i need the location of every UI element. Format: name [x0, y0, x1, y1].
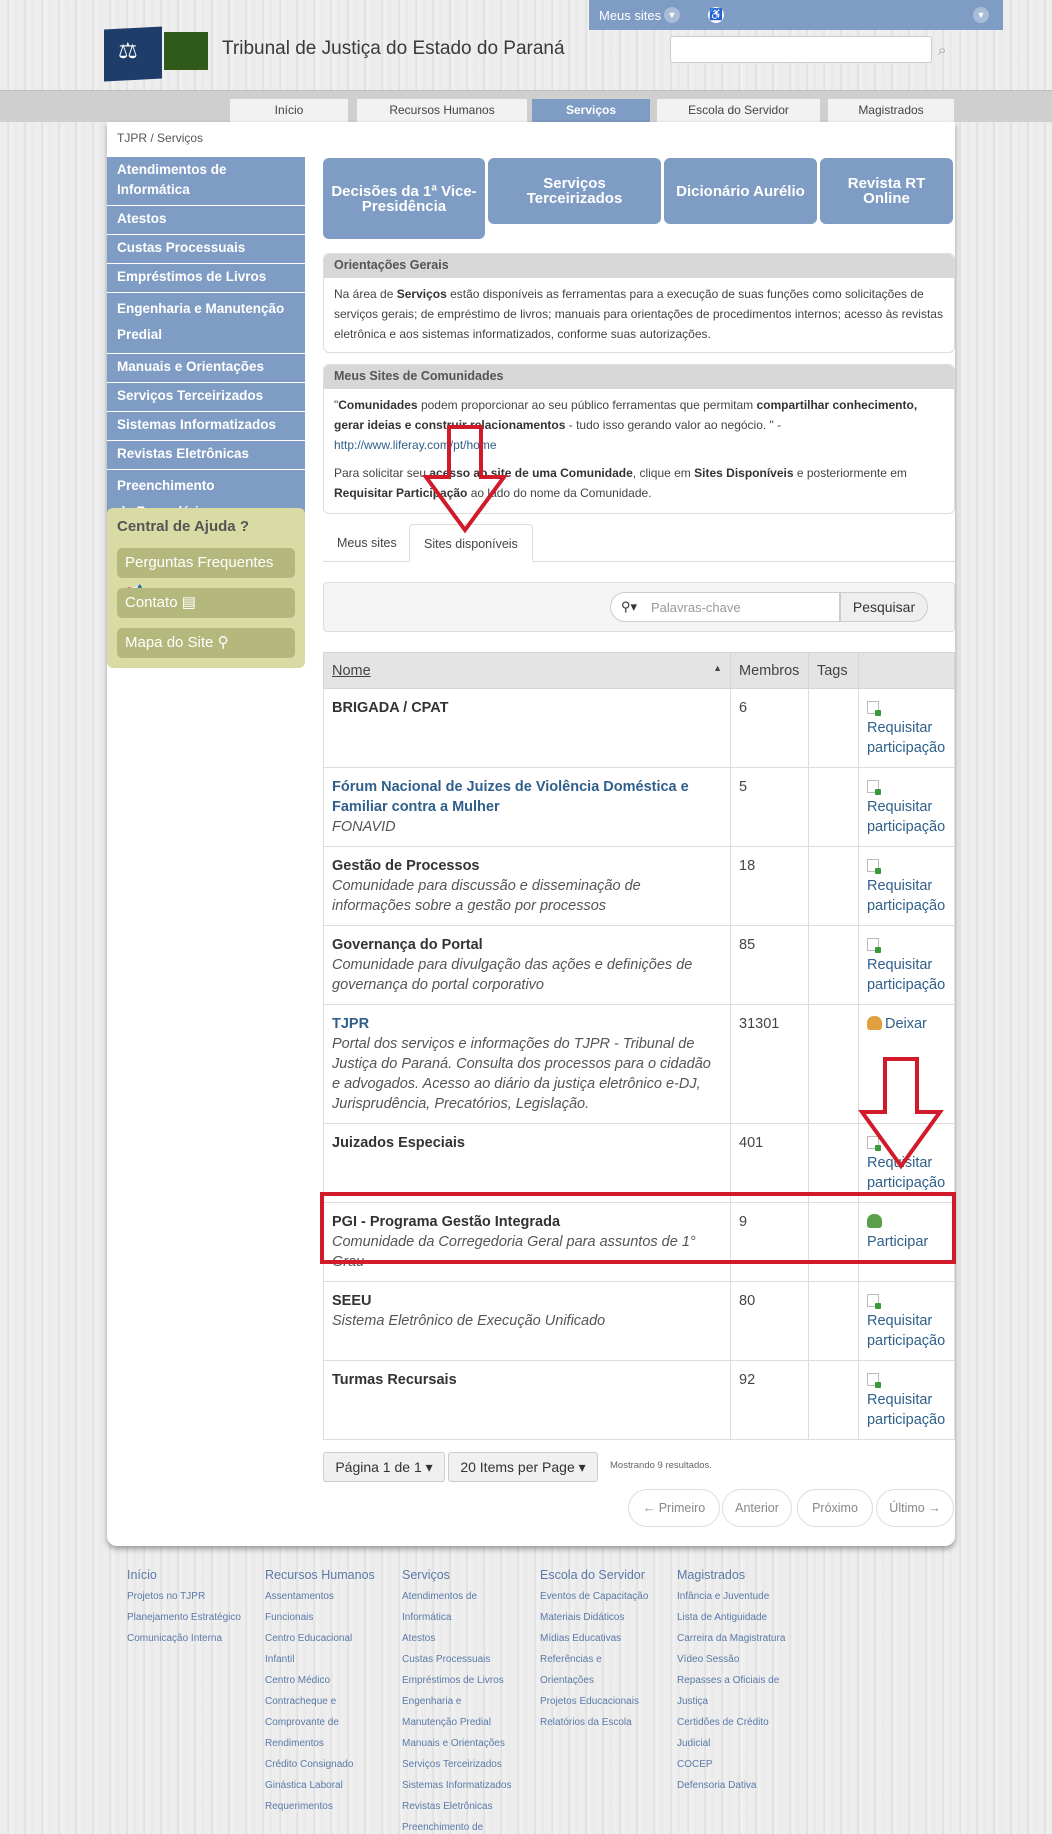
table-row: Governança do Portal Comunidade para divu…	[323, 925, 956, 1005]
footer-col-inicio: Início Projetos no TJPR Planejamento Est…	[127, 1568, 241, 1644]
arrow-down-icon	[858, 1057, 944, 1170]
sidebar-item-engenharia[interactable]: Engenharia e Manutenção Predial	[107, 293, 305, 354]
results-count: Mostrando 9 resultados.	[610, 1460, 712, 1471]
table-row: Turmas Recursais 92 Requisitar participa…	[323, 1360, 956, 1440]
my-sites-menu[interactable]: Meus sites	[599, 8, 661, 23]
footer-col-rh: Recursos Humanos Assentamentos Funcionai…	[265, 1568, 375, 1812]
section-title: Orientações Gerais	[324, 254, 954, 278]
request-participation-link[interactable]: Requisitar participação	[867, 797, 946, 837]
help-center: Central de Ajuda ? Perguntas Frequentes …	[107, 508, 305, 668]
request-icon	[866, 780, 881, 795]
chevron-down-icon[interactable]: ▼	[664, 7, 680, 23]
faq-button[interactable]: Perguntas Frequentes 📢	[117, 548, 295, 601]
sidebar-item-emprestimos[interactable]: Empréstimos de Livros	[107, 264, 305, 293]
user-icon	[866, 1016, 882, 1030]
nav-servicos[interactable]: Serviços	[531, 98, 651, 122]
tab-meus-sites[interactable]: Meus sites	[323, 524, 411, 562]
nav-inicio[interactable]: Início	[229, 98, 349, 122]
breadcrumb-current: Serviços	[157, 131, 204, 145]
search-button[interactable]: Pesquisar	[840, 592, 928, 622]
next-page-button[interactable]: Próximo	[797, 1489, 873, 1527]
revista-rt-online-button[interactable]: Revista RT Online	[820, 158, 953, 224]
sidebar: Atendimentos de Informática Atestos Cust…	[107, 157, 305, 533]
keyword-search-input[interactable]: ⚲▾ Palavras-chave	[610, 592, 840, 622]
contact-button[interactable]: Contato ▤	[117, 588, 295, 618]
top-bar: Meus sites ▼ ♿ ▼	[589, 0, 1003, 30]
request-participation-link[interactable]: Requisitar participação	[867, 876, 946, 916]
dicionario-aurelio-button[interactable]: Dicionário Aurélio	[664, 158, 817, 224]
page-selector[interactable]: Página 1 de 1 ▾	[323, 1452, 445, 1482]
question-icon: ?	[239, 518, 249, 535]
sidebar-item-custas[interactable]: Custas Processuais	[107, 235, 305, 264]
col-header-nome[interactable]: Nome ▲	[323, 652, 731, 689]
first-page-button[interactable]: ← Primeiro	[628, 1489, 720, 1527]
col-header-membros: Membros	[730, 652, 809, 689]
table-row: SEEU Sistema Eletrônico de Execução Unifi…	[323, 1281, 956, 1361]
nav-recursos-humanos[interactable]: Recursos Humanos	[356, 98, 528, 122]
nav-magistrados[interactable]: Magistrados	[827, 98, 955, 122]
request-icon	[866, 701, 881, 716]
sidebar-item-atendimentos[interactable]: Atendimentos de Informática	[107, 157, 305, 206]
last-page-button[interactable]: Último →	[876, 1489, 954, 1527]
search-icon[interactable]: ⚲▾	[621, 599, 637, 615]
search-bar: ⚲▾ Palavras-chave Pesquisar	[323, 582, 955, 632]
sitemap-button[interactable]: Mapa do Site ⚲	[117, 628, 295, 658]
highlight-box	[320, 1192, 956, 1264]
sidebar-item-servicos-terceirizados[interactable]: Serviços Terceirizados	[107, 383, 305, 412]
sidebar-item-atestos[interactable]: Atestos	[107, 206, 305, 235]
request-icon	[866, 1373, 881, 1388]
communities-table: Nome ▲ Membros Tags BRIGADA / CPAT 6 Requ…	[323, 652, 956, 1440]
header-search-input[interactable]	[670, 36, 932, 63]
chevron-down-icon[interactable]: ▼	[973, 7, 989, 23]
section-title: Meus Sites de Comunidades	[324, 365, 954, 389]
sites-tabs: Meus sites Sites disponíveis	[323, 524, 955, 562]
leave-link[interactable]: Deixar	[885, 1016, 927, 1032]
orientacoes-gerais-box: Orientações Gerais Na área de Serviços e…	[323, 253, 955, 353]
breadcrumb-root[interactable]: TJPR	[117, 131, 147, 145]
table-row: Fórum Nacional de Juizes de Violência Do…	[323, 767, 956, 847]
vice-presidencia-button[interactable]: Decisões da 1ª Vice-Presidência	[323, 158, 485, 239]
map-pin-icon: ⚲	[217, 634, 229, 651]
breadcrumb: TJPR / Serviços	[117, 131, 204, 145]
comunidades-box: Meus Sites de Comunidades "Comunidades p…	[323, 364, 955, 514]
community-link[interactable]: TJPR	[332, 1016, 369, 1032]
arrow-down-icon	[422, 425, 508, 534]
footer-col-magistrados: Magistrados Infância e Juventude Lista d…	[677, 1568, 786, 1791]
help-title: Central de Ajuda	[117, 518, 236, 535]
request-participation-link[interactable]: Requisitar participação	[867, 1390, 946, 1430]
nav-escola-do-servidor[interactable]: Escola do Servidor	[656, 98, 821, 122]
sort-asc-icon: ▲	[713, 662, 722, 673]
sidebar-item-sistemas[interactable]: Sistemas Informatizados	[107, 412, 305, 441]
table-row: BRIGADA / CPAT 6 Requisitar participação	[323, 688, 956, 768]
servicos-terceirizados-button[interactable]: Serviços Terceirizados	[488, 158, 661, 224]
community-link[interactable]: Fórum Nacional de Juizes de Violência Do…	[332, 779, 689, 815]
footer-col-escola: Escola do Servidor Eventos de Capacitaçã…	[540, 1568, 649, 1728]
request-participation-link[interactable]: Requisitar participação	[867, 718, 946, 758]
request-icon	[866, 859, 881, 874]
sidebar-item-manuais[interactable]: Manuais e Orientações	[107, 354, 305, 383]
accessibility-icon[interactable]: ♿	[706, 5, 726, 25]
request-participation-link[interactable]: Requisitar participação	[867, 1311, 946, 1351]
book-icon: ▤	[181, 594, 196, 611]
table-row: Gestão de Processos Comunidade para discu…	[323, 846, 956, 926]
footer-col-servicos: Serviços Atendimentos de Informática Ate…	[402, 1568, 512, 1833]
per-page-selector[interactable]: 20 Items per Page ▾	[448, 1452, 598, 1482]
search-icon[interactable]: ⌕	[938, 42, 946, 59]
tjpr-logo[interactable]: ⚖	[104, 26, 209, 82]
request-icon	[866, 938, 881, 953]
col-header-tags: Tags	[807, 652, 859, 689]
prev-page-button[interactable]: Anterior	[722, 1489, 792, 1527]
sidebar-item-revistas[interactable]: Revistas Eletrônicas	[107, 441, 305, 470]
request-participation-link[interactable]: Requisitar participação	[867, 955, 946, 995]
site-name: Tribunal de Justiça do Estado do Paraná	[222, 38, 565, 59]
request-icon	[866, 1294, 881, 1309]
